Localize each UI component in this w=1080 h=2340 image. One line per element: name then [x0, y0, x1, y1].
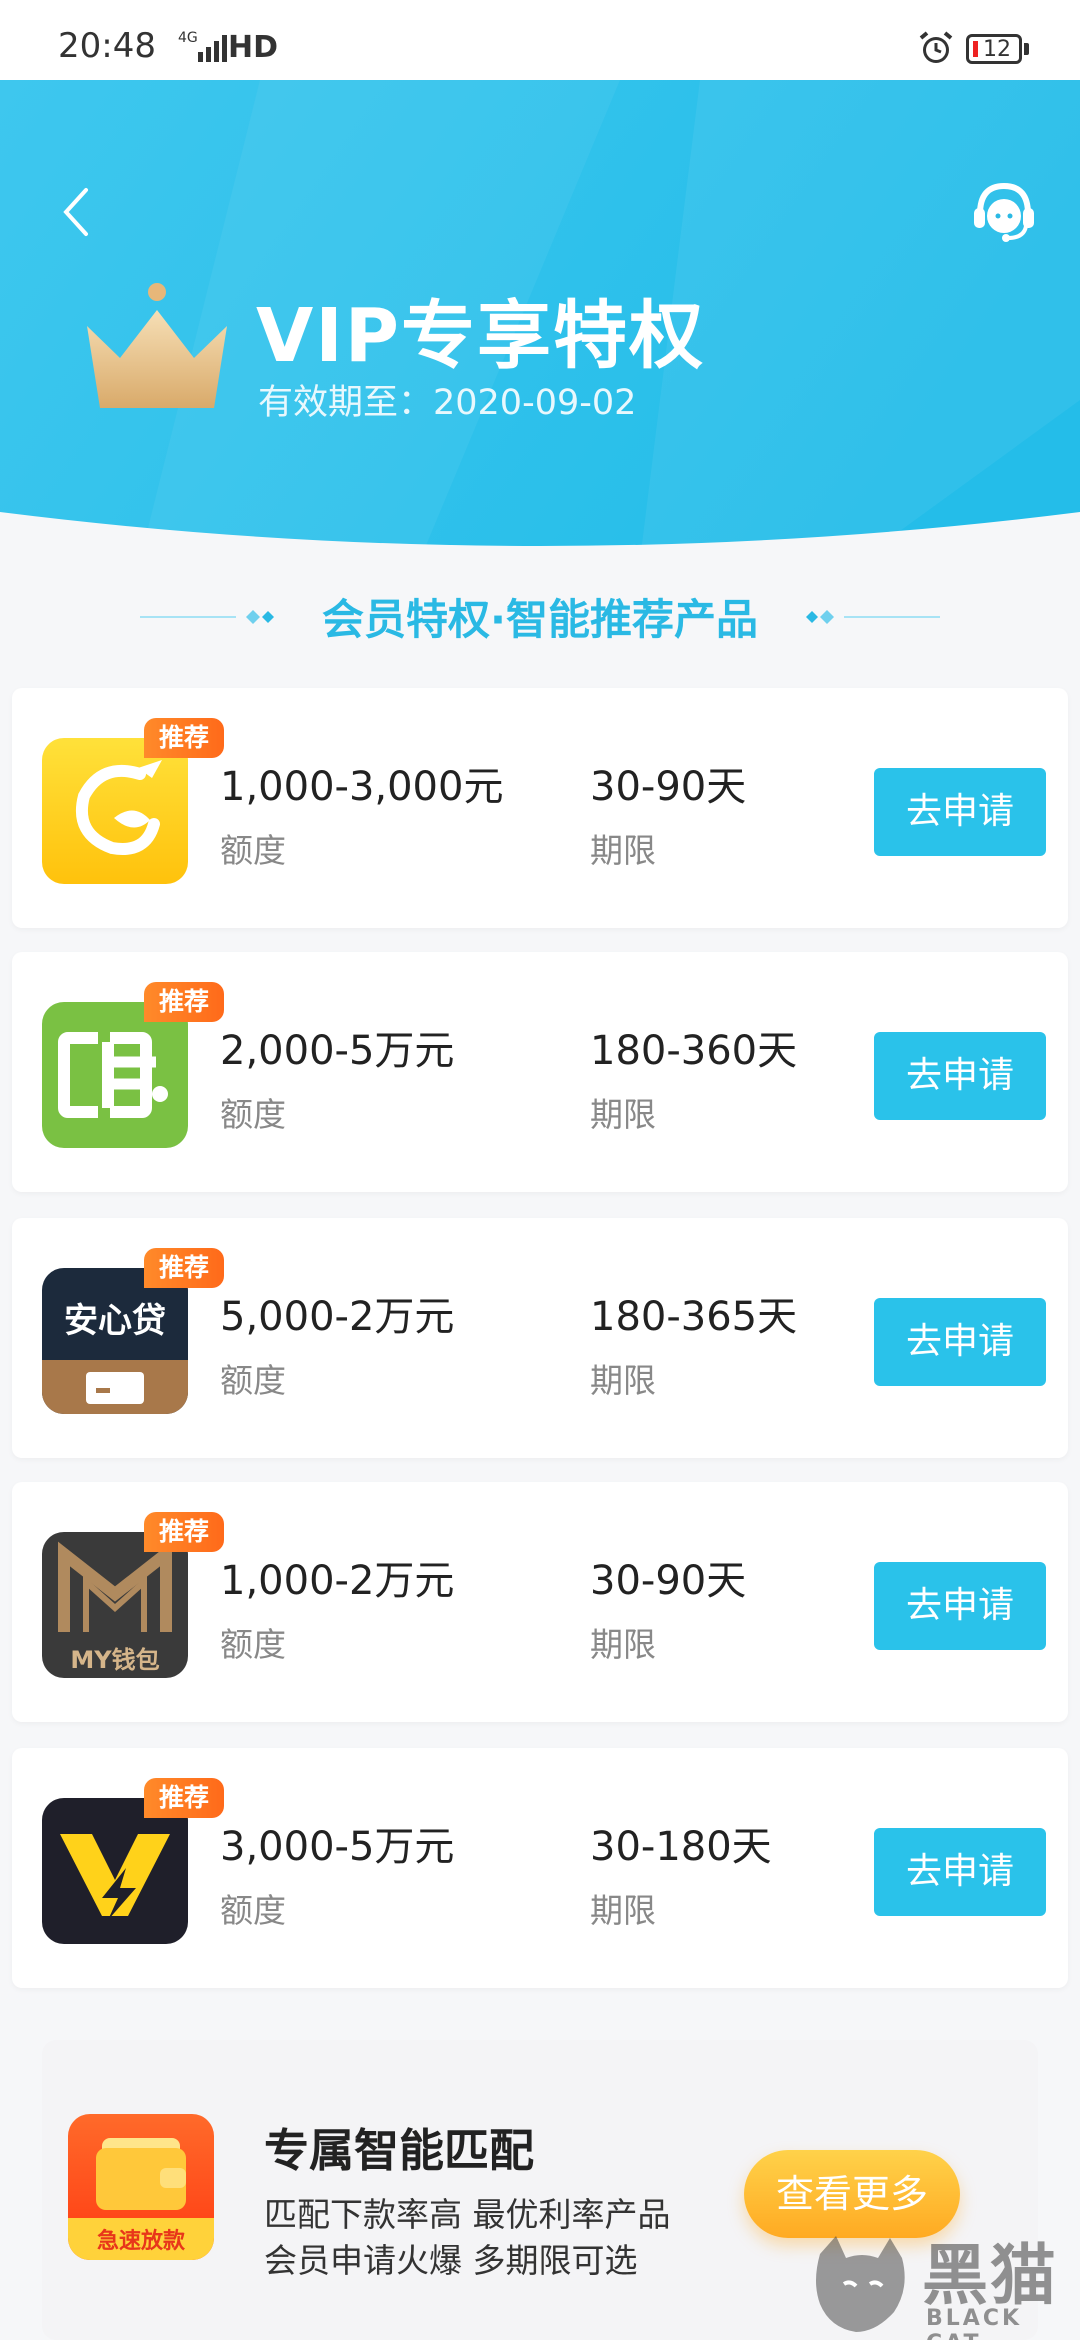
- match-description-line2: 会员申请火爆 多期限可选: [264, 2241, 638, 2280]
- hd-indicator: HD: [228, 30, 279, 65]
- loan-amount: 3,000-5万元: [220, 1824, 455, 1870]
- divider-right: [806, 610, 940, 624]
- battery-icon: 12: [966, 34, 1022, 64]
- term-label: 期限: [590, 1891, 656, 1930]
- wallet-icon: 急速放款: [68, 2114, 214, 2260]
- amount-label: 额度: [220, 1891, 286, 1930]
- v-lightning-logo-icon: [42, 1798, 188, 1944]
- product-logo: [42, 1798, 188, 1944]
- product-card[interactable]: 推荐 2,000-5万元 额度 180-360天 期限 去申请: [12, 952, 1068, 1192]
- status-time: 20:48: [58, 26, 156, 66]
- amount-label: 额度: [220, 1095, 286, 1134]
- loan-term: 30-90天: [590, 764, 747, 810]
- loan-amount: 1,000-2万元: [220, 1558, 455, 1604]
- product-logo: 安心贷: [42, 1268, 188, 1414]
- amount-label: 额度: [220, 1361, 286, 1400]
- apply-button[interactable]: 去申请: [874, 768, 1046, 856]
- amount-label: 额度: [220, 1625, 286, 1664]
- svg-text:安心贷: 安心贷: [64, 1301, 166, 1341]
- product-card[interactable]: 推荐 3,000-5万元 额度 30-180天 期限 去申请: [12, 1748, 1068, 1988]
- term-label: 期限: [590, 1361, 656, 1400]
- crown-icon: [87, 283, 227, 408]
- match-logo: 急速放款: [68, 2114, 214, 2260]
- network-type: 4G: [178, 30, 198, 46]
- match-title: 专属智能匹配: [264, 2124, 535, 2177]
- loan-amount: 1,000-3,000元: [220, 764, 504, 810]
- my-wallet-logo-icon: MY钱包: [42, 1532, 188, 1678]
- loan-amount: 2,000-5万元: [220, 1028, 455, 1074]
- section-header: 会员特权·智能推荐产品: [0, 580, 1080, 650]
- recommend-badge: 推荐: [144, 1512, 224, 1552]
- signal-icon: [198, 35, 227, 62]
- watermark-text: 黑猫: [922, 2237, 1058, 2314]
- term-label: 期限: [590, 1625, 656, 1664]
- watermark: 黑猫 BLACK CAT: [806, 2222, 1080, 2340]
- apply-button[interactable]: 去申请: [874, 1032, 1046, 1120]
- svg-text:急速放款: 急速放款: [97, 2228, 186, 2254]
- card-logo-icon: [42, 1002, 188, 1148]
- anxindai-logo-icon: 安心贷: [42, 1268, 188, 1414]
- match-description-line1: 匹配下款率高 最优利率产品: [264, 2195, 671, 2234]
- product-card[interactable]: 安心贷 推荐 5,000-2万元 额度 180-365天 期限 去申请: [12, 1218, 1068, 1458]
- apply-button[interactable]: 去申请: [874, 1298, 1046, 1386]
- loan-term: 30-90天: [590, 1558, 747, 1604]
- product-card[interactable]: 推荐 1,000-3,000元 额度 30-90天 期限 去申请: [12, 688, 1068, 928]
- vip-expiry-date: 有效期至：2020-09-02: [258, 383, 637, 423]
- product-card[interactable]: MY钱包 推荐 1,000-2万元 额度 30-90天 期限 去申请: [12, 1482, 1068, 1722]
- battery-level: 12: [983, 37, 1011, 62]
- term-label: 期限: [590, 1095, 656, 1134]
- status-bar: 20:48 4G HD 12: [0, 0, 1080, 80]
- loan-term: 180-360天: [590, 1028, 798, 1074]
- loan-amount: 5,000-2万元: [220, 1294, 455, 1340]
- loan-term: 180-365天: [590, 1294, 798, 1340]
- recommend-badge: 推荐: [144, 718, 224, 758]
- apply-button[interactable]: 去申请: [874, 1828, 1046, 1916]
- dragon-g-logo-icon: [42, 738, 188, 884]
- apply-button[interactable]: 去申请: [874, 1562, 1046, 1650]
- recommend-badge: 推荐: [144, 982, 224, 1022]
- vip-header: VIP专享特权 有效期至：2020-09-02: [0, 80, 1080, 560]
- product-logo: [42, 1002, 188, 1148]
- recommend-badge: 推荐: [144, 1778, 224, 1818]
- loan-term: 30-180天: [590, 1824, 772, 1870]
- product-logo: MY钱包: [42, 1532, 188, 1678]
- watermark-text-en: BLACK CAT: [926, 2306, 1023, 2340]
- page-title: VIP专享特权: [256, 293, 706, 379]
- recommend-badge: 推荐: [144, 1248, 224, 1288]
- amount-label: 额度: [220, 831, 286, 870]
- black-cat-icon: [816, 2236, 905, 2332]
- svg-text:MY钱包: MY钱包: [70, 1646, 159, 1674]
- term-label: 期限: [590, 831, 656, 870]
- back-icon[interactable]: [56, 182, 96, 242]
- alarm-icon: [919, 31, 953, 63]
- product-logo: [42, 738, 188, 884]
- customer-service-icon[interactable]: [968, 176, 1040, 248]
